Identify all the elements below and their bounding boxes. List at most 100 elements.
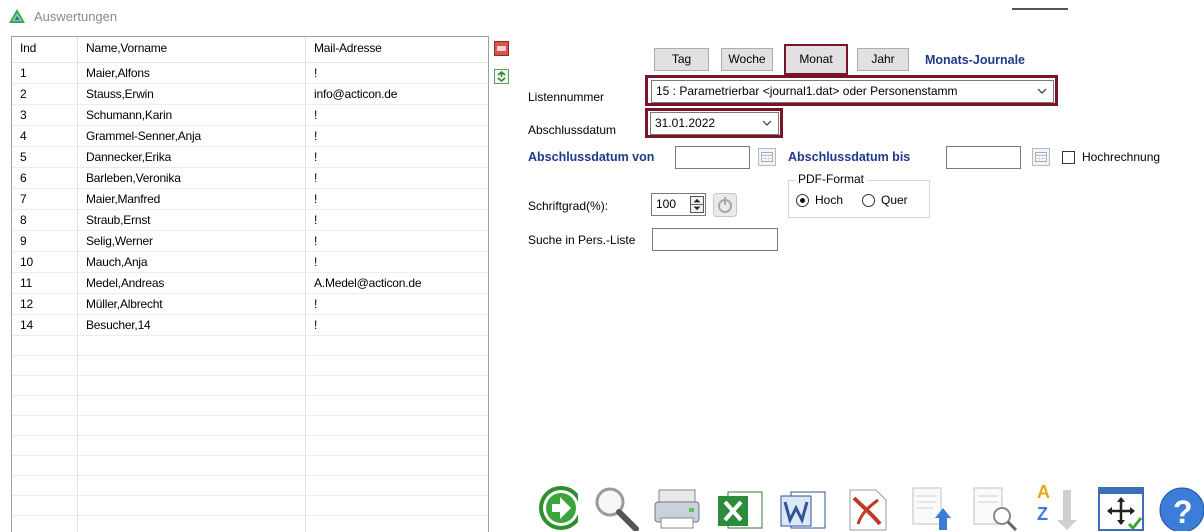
cell-ind: 4 [12, 126, 78, 146]
radio-quer-label: Quer [881, 193, 908, 207]
chevron-down-icon [762, 120, 772, 126]
table-row[interactable]: 12 Müller,Albrecht! [12, 294, 488, 315]
cell-name: Müller,Albrecht [78, 294, 306, 314]
table-empty-rows [12, 336, 488, 532]
cell-mail: ! [314, 192, 318, 206]
empty-table-row [12, 356, 488, 376]
cell-name: Maier,Alfons [78, 63, 306, 83]
table-row[interactable]: 9 Selig,Werner! [12, 231, 488, 252]
column-header-ind[interactable]: Ind [12, 37, 78, 62]
table-row[interactable]: 1 Maier,Alfons! [12, 63, 488, 84]
table-row[interactable]: 6 Barleben,Veronika! [12, 168, 488, 189]
abschlussdatum-bis-label: Abschlussdatum bis [788, 150, 911, 164]
tab-tag[interactable]: Tag [654, 48, 709, 71]
table-row[interactable]: 3 Schumann,Karin! [12, 105, 488, 126]
reset-icon[interactable] [713, 193, 737, 217]
tab-woche[interactable]: Woche [721, 48, 773, 71]
cell-mail: ! [314, 129, 318, 143]
cell-mail: ! [314, 213, 318, 227]
cell-ind: 10 [12, 252, 78, 272]
cell-ind: 12 [12, 294, 78, 314]
hochrechnung-checkbox[interactable] [1062, 151, 1075, 164]
radio-hoch-label: Hoch [815, 193, 844, 207]
journal-title: Monats-Journale [925, 53, 1026, 67]
empty-table-row [12, 416, 488, 436]
refresh-icon[interactable] [494, 69, 509, 84]
listennummer-label: Listennummer [528, 90, 605, 104]
listennummer-select[interactable]: 15 : Parametrierbar <journal1.dat> oder … [651, 80, 1054, 103]
cell-ind: 6 [12, 168, 78, 188]
cell-name: Stauss,Erwin [78, 84, 306, 104]
arrow-right-icon[interactable] [526, 468, 578, 531]
empty-table-row [12, 516, 488, 532]
svg-text:Z: Z [1037, 504, 1048, 524]
cell-ind: 3 [12, 105, 78, 125]
table-row[interactable]: 8 Straub,Ernst! [12, 210, 488, 231]
delete-icon[interactable] [494, 41, 509, 56]
table-body: 1 Maier,Alfons! 2 Stauss,Erwin info@acticon.… [12, 63, 488, 336]
cell-name: Schumann,Karin [78, 105, 306, 125]
abschlussdatum-bis-field[interactable] [946, 146, 1021, 169]
table-row[interactable]: 5 Dannecker,Erika! [12, 147, 488, 168]
table-row[interactable]: 11 Medel,Andreas A.Medel@acticon.de [12, 273, 488, 294]
person-table[interactable]: Ind Name,Vorname Mail-Adresse 1 Maier,Alf… [11, 36, 489, 532]
printer-icon[interactable] [651, 468, 703, 531]
sort-az-icon[interactable]: A Z [1029, 468, 1081, 531]
app-recycle-icon [9, 9, 25, 23]
column-header-name[interactable]: Name,Vorname [78, 37, 306, 62]
title-divider [1012, 8, 1068, 10]
abschlussdatum-select[interactable]: 31.01.2022 [650, 112, 779, 135]
move-window-icon[interactable] [1095, 468, 1147, 531]
tab-monat[interactable]: Monat [784, 44, 848, 75]
hochrechnung-label: Hochrechnung [1082, 150, 1161, 164]
cell-name: Besucher,14 [78, 315, 306, 335]
excel-icon[interactable] [714, 468, 766, 531]
export-upload-icon[interactable] [903, 468, 955, 531]
pdf-icon[interactable] [840, 468, 892, 531]
schriftgrad-label: Schriftgrad(%): [528, 199, 609, 213]
suche-input[interactable] [652, 228, 778, 251]
cell-ind: 7 [12, 189, 78, 209]
cell-ind: 11 [12, 273, 78, 293]
cell-name: Dannecker,Erika [78, 147, 306, 167]
cell-mail: ! [314, 66, 318, 80]
calendar-icon[interactable] [758, 148, 776, 166]
help-icon[interactable]: ? [1152, 468, 1204, 531]
table-row[interactable]: 10 Mauch,Anja! [12, 252, 488, 273]
abschlussdatum-von-label: Abschlussdatum von [528, 150, 655, 164]
table-row[interactable]: 4 Grammel-Senner,Anja! [12, 126, 488, 147]
cell-ind: 5 [12, 147, 78, 167]
word-icon[interactable] [777, 468, 829, 531]
calendar-icon[interactable] [1032, 148, 1050, 166]
table-row[interactable]: 7 Maier,Manfred! [12, 189, 488, 210]
spinner-arrows-icon[interactable] [690, 196, 704, 213]
empty-table-row [12, 496, 488, 516]
radio-quer[interactable] [862, 194, 875, 207]
table-row[interactable]: 14 Besucher,14! [12, 315, 488, 336]
schriftgrad-stepper[interactable]: 100 [651, 193, 706, 216]
cell-mail: ! [314, 108, 318, 122]
empty-table-row [12, 436, 488, 456]
svg-text:?: ? [1173, 494, 1193, 530]
magnifier-icon[interactable] [588, 468, 640, 531]
cell-ind: 1 [12, 63, 78, 83]
abschlussdatum-value: 31.01.2022 [655, 116, 716, 130]
abschlussdatum-von-field[interactable] [675, 146, 750, 169]
listennummer-value: 15 : Parametrierbar <journal1.dat> oder … [656, 84, 958, 98]
tab-jahr[interactable]: Jahr [857, 48, 909, 71]
suche-label: Suche in Pers.-Liste [528, 233, 636, 247]
radio-hoch[interactable] [796, 194, 809, 207]
cell-name: Barleben,Veronika [78, 168, 306, 188]
cell-mail: info@acticon.de [314, 87, 398, 101]
cell-mail: ! [314, 150, 318, 164]
table-header: Ind Name,Vorname Mail-Adresse [12, 37, 488, 63]
cell-mail: ! [314, 297, 318, 311]
document-search-icon[interactable] [966, 468, 1018, 531]
column-header-mail[interactable]: Mail-Adresse [306, 37, 488, 62]
table-row[interactable]: 2 Stauss,Erwin info@acticon.de [12, 84, 488, 105]
cell-name: Mauch,Anja [78, 252, 306, 272]
cell-name: Grammel-Senner,Anja [78, 126, 306, 146]
window-title: Auswertungen [34, 9, 118, 24]
cell-ind: 9 [12, 231, 78, 251]
cell-ind: 8 [12, 210, 78, 230]
